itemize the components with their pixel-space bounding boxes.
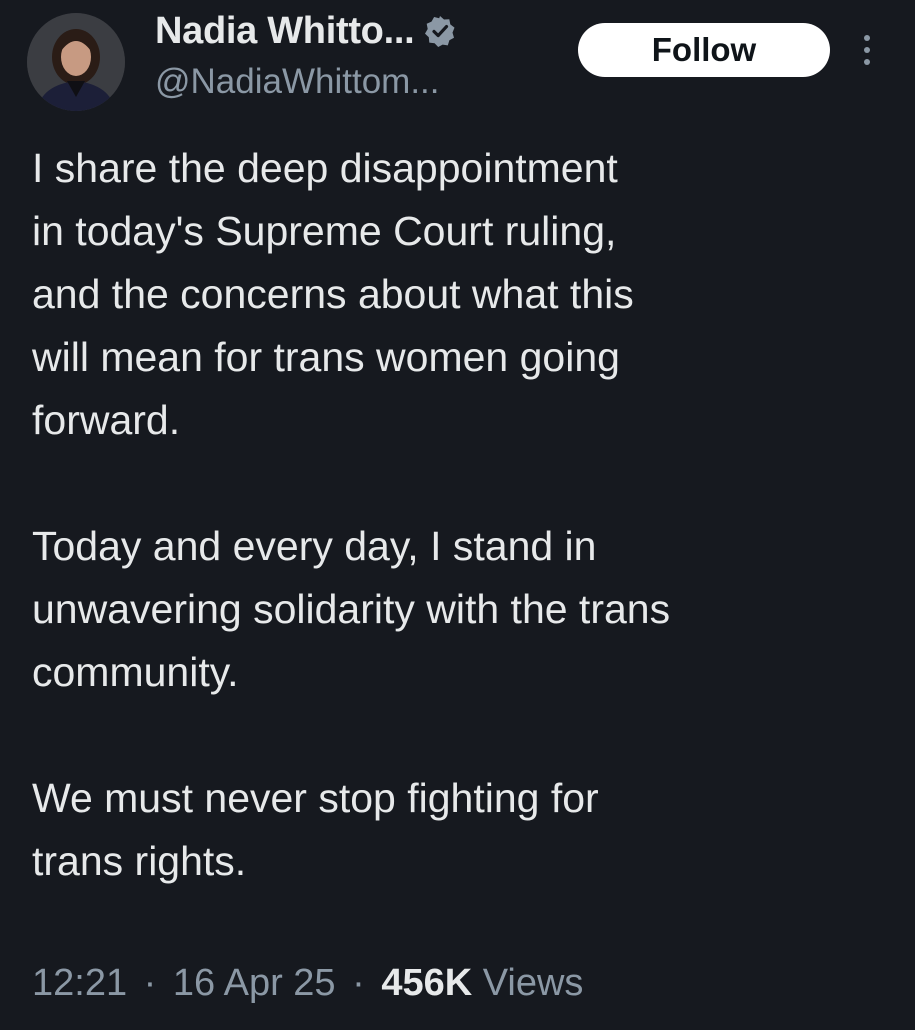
tweet-line: forward. — [32, 397, 181, 443]
views-label: Views — [482, 962, 584, 1004]
profile-photo-icon — [27, 13, 125, 111]
tweet-line: We must never stop fighting for — [32, 775, 599, 821]
author-name-row: Nadia Whitto... — [155, 8, 456, 54]
tweet-card: Nadia Whitto... @NadiaWhittom... Follow … — [0, 0, 915, 1030]
tweet-header: Nadia Whitto... @NadiaWhittom... Follow — [0, 0, 915, 120]
tweet-meta: 12:21 · 16 Apr 25 · 456K Views — [32, 962, 583, 1005]
tweet-line: Today and every day, I stand in — [32, 523, 597, 569]
tweet-paragraph: We must never stop fighting for trans ri… — [32, 767, 892, 893]
verified-badge-icon — [425, 16, 455, 47]
display-name[interactable]: Nadia Whitto... — [155, 10, 415, 53]
avatar[interactable] — [27, 13, 125, 111]
tweet-date[interactable]: 16 Apr 25 — [173, 962, 336, 1004]
meta-separator: · — [143, 962, 157, 1004]
meta-separator: · — [352, 962, 365, 1004]
tweet-paragraph: Today and every day, I stand in unwaveri… — [32, 515, 892, 704]
tweet-line: unwavering solidarity with the trans — [32, 586, 671, 632]
views-count[interactable]: 456K — [381, 962, 472, 1004]
follow-button[interactable]: Follow — [578, 23, 830, 77]
tweet-paragraph: I share the deep disappointment in today… — [32, 137, 892, 452]
tweet-text: I share the deep disappointment in today… — [32, 137, 892, 893]
tweet-line: will mean for trans women going — [32, 334, 620, 380]
tweet-line: in today's Supreme Court ruling, — [32, 208, 617, 254]
tweet-time[interactable]: 12:21 — [32, 962, 127, 1004]
more-vertical-icon[interactable] — [856, 30, 878, 70]
tweet-line: and the concerns about what this — [32, 271, 634, 317]
tweet-line: community. — [32, 649, 239, 695]
tweet-line: trans rights. — [32, 838, 247, 884]
tweet-line: I share the deep disappointment — [32, 145, 618, 191]
author-handle[interactable]: @NadiaWhittom... — [155, 62, 440, 102]
